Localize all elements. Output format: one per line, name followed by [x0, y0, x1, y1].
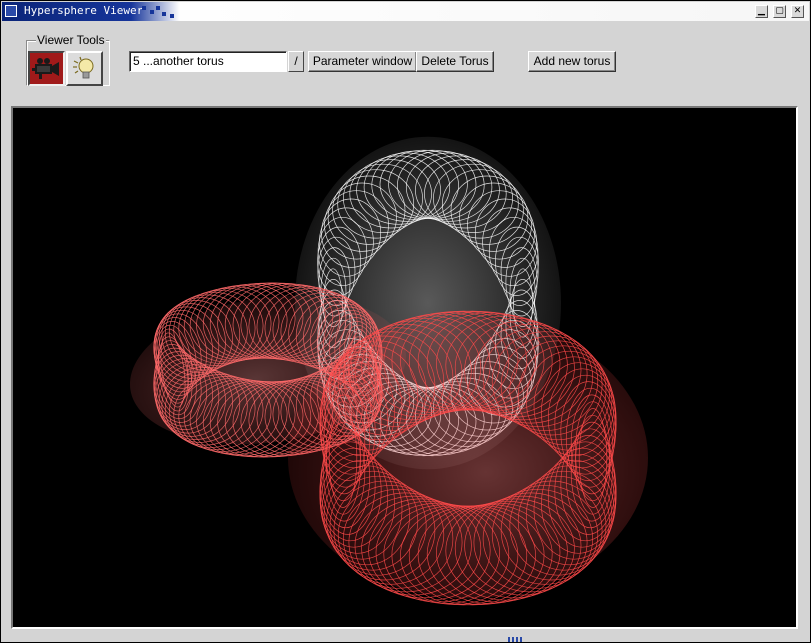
maximize-button[interactable]: ▢: [773, 5, 786, 18]
light-tool-button[interactable]: [66, 51, 103, 86]
3d-viewport[interactable]: [11, 106, 798, 629]
torus-select-dropdown-button[interactable]: /: [288, 51, 304, 72]
app-window: Hypersphere Viewer ▁ ▢ ✕ Viewer Tools 5 …: [0, 0, 811, 643]
parameter-window-button[interactable]: Parameter window: [308, 51, 417, 72]
title-decoration: [142, 6, 178, 20]
camera-tool-button[interactable]: [28, 51, 65, 86]
title-bar[interactable]: Hypersphere Viewer ▁ ▢ ✕: [2, 2, 809, 21]
close-button[interactable]: ✕: [791, 5, 804, 18]
resize-handle[interactable]: [508, 637, 524, 642]
add-new-torus-button[interactable]: Add new torus: [528, 51, 616, 72]
toolbar: Viewer Tools 5 ...another torus / Parame…: [2, 21, 809, 103]
viewer-tools-label: Viewer Tools: [36, 33, 106, 47]
video-camera-icon: [32, 58, 59, 79]
delete-torus-button[interactable]: Delete Torus: [416, 51, 494, 72]
window-menu-icon[interactable]: [5, 5, 17, 17]
light-bulb-icon: [73, 56, 94, 79]
window-title: Hypersphere Viewer: [24, 4, 144, 17]
torus-select-input[interactable]: 5 ...another torus: [129, 51, 287, 72]
minimize-button[interactable]: ▁: [755, 5, 768, 18]
hypersphere-scene: [129, 136, 648, 606]
